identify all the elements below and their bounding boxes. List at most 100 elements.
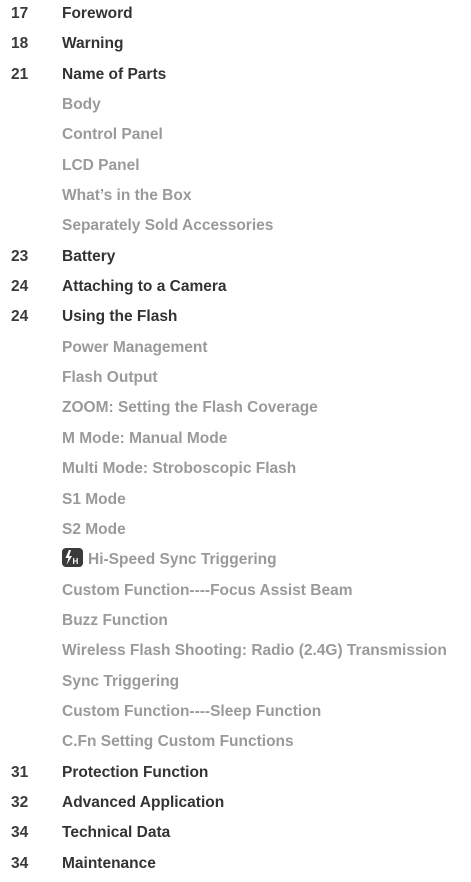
toc-entry-label: Multi Mode: Stroboscopic Flash [62,457,296,481]
toc-page-number: 21 [11,65,29,83]
toc-entry-text: What’s in the Box [62,187,192,205]
toc-subentry[interactable]: Wireless Flash Shooting: Radio (2.4G) Tr… [0,639,471,669]
toc-subentry[interactable]: LCD Panel [0,154,471,184]
toc-entry-text: Custom Function----Focus Assist Beam [62,581,353,599]
toc-entry-text: M Mode: Manual Mode [62,429,228,447]
toc-entry-label: Maintenance [62,852,156,876]
toc-entry-label: Attaching to a Camera [62,275,227,299]
toc-subentry[interactable]: Custom Function----Sleep Function [0,700,471,730]
toc-entry-label: Sync Triggering [62,670,179,694]
toc-entry-text: C.Fn Setting Custom Functions [62,733,294,751]
toc-entry-text: Buzz Function [62,611,168,629]
toc-entry-text: Hi-Speed Sync Triggering [88,551,277,569]
toc-entry-label: Flash Output [62,366,158,390]
toc-entry-text: Body [62,96,101,114]
table-of-contents: 17 Foreword 18 Warning 21 Name of Parts Body Co… [0,0,471,872]
toc-subentry[interactable]: C.Fn Setting Custom Functions [0,730,471,760]
toc-entry-label: Technical Data [62,821,170,845]
svg-text:H: H [73,557,79,566]
toc-entry-label: LCD Panel [62,154,140,178]
toc-entry-label: Warning [62,32,123,56]
toc-entry[interactable]: 18 Warning [0,32,471,62]
toc-entry[interactable]: 21 Name of Parts [0,63,471,93]
toc-page-number: 23 [11,247,29,265]
toc-entry-label: Foreword [62,2,133,26]
toc-page-number: 32 [11,793,29,811]
toc-subentry[interactable]: Sync Triggering [0,670,471,700]
toc-subentry[interactable]: ZOOM: Setting the Flash Coverage [0,396,471,426]
toc-entry[interactable]: 31 Protection Function [0,761,471,791]
toc-page-number: 17 [11,5,29,22]
high-speed-sync-icon: H [62,548,83,568]
toc-entry-label: Control Panel [62,123,163,147]
toc-entry-text: Custom Function----Sleep Function [62,702,322,720]
toc-subentry[interactable]: Body [0,93,471,123]
toc-entry[interactable]: 24 Attaching to a Camera [0,275,471,305]
toc-entry-label: Battery [62,245,115,269]
toc-entry-text: Using the Flash [62,308,178,326]
toc-page-number: 34 [11,854,29,872]
toc-entry-text: ZOOM: Setting the Flash Coverage [62,399,318,417]
toc-entry-label: Power Management [62,336,208,360]
toc-entry-text: Maintenance [62,854,156,872]
toc-subentry[interactable]: Control Panel [0,123,471,153]
toc-entry-label: What’s in the Box [62,184,191,208]
toc-entry[interactable]: 34 Technical Data [0,821,471,851]
toc-entry-text: S1 Mode [62,490,126,508]
toc-entry-text: Technical Data [62,824,171,842]
toc-entry-text: Separately Sold Accessories [62,217,274,235]
toc-entry-text: Foreword [62,5,133,22]
toc-entry-label: S1 Mode [62,488,126,512]
toc-subentry[interactable]: Multi Mode: Stroboscopic Flash [0,457,471,487]
toc-entry-label: S2 Mode [62,518,126,542]
toc-entry-text: Attaching to a Camera [62,278,227,296]
toc-subentry[interactable]: What’s in the Box [0,184,471,214]
toc-page-number: 18 [11,35,29,53]
toc-entry-label: Protection Function [62,761,208,785]
toc-entry-label: Separately Sold Accessories [62,214,273,238]
toc-entry-label: Wireless Flash Shooting: Radio (2.4G) Tr… [62,639,447,663]
toc-entry[interactable]: 17 Foreword [0,2,471,32]
toc-page-number: 24 [11,278,29,296]
toc-entry-text: Sync Triggering [62,672,180,690]
toc-entry-label: Buzz Function [62,609,168,633]
toc-entry-text: Protection Function [62,763,209,781]
toc-subentry[interactable]: Custom Function----Focus Assist Beam [0,579,471,609]
toc-entry-text: Warning [62,35,124,53]
toc-entry-text: LCD Panel [62,156,140,174]
toc-entry[interactable]: 24 Using the Flash [0,305,471,335]
toc-subentry[interactable]: S1 Mode [0,488,471,518]
toc-page-number: 31 [11,763,29,781]
toc-entry-text: Power Management [62,338,208,356]
toc-subentry[interactable]: S2 Mode [0,518,471,548]
toc-entry-text: S2 Mode [62,520,126,538]
toc-entry-label: Name of Parts [62,63,166,87]
toc-entry[interactable]: 34 Maintenance [0,852,471,882]
toc-entry-text: Battery [62,247,116,265]
toc-subentry[interactable]: M Mode: Manual Mode [0,427,471,457]
toc-entry-label: Advanced Application [62,791,224,815]
toc-entry-text: Name of Parts [62,65,167,83]
toc-entry[interactable]: 23 Battery [0,245,471,275]
toc-subentry[interactable]: Flash Output [0,366,471,396]
toc-entry-label: H Hi-Speed Sync Triggering [62,548,277,572]
toc-entry-text: Wireless Flash Shooting: Radio (2.4G) Tr… [62,642,447,660]
toc-entry-label: Body [62,93,101,117]
toc-entry[interactable]: 32 Advanced Application [0,791,471,821]
toc-entry-text: Control Panel [62,126,163,144]
toc-page-number: 24 [11,308,29,326]
toc-subentry[interactable]: Power Management [0,336,471,366]
toc-entry-label: M Mode: Manual Mode [62,427,227,451]
toc-entry-text: Flash Output [62,369,158,387]
toc-subentry[interactable]: Buzz Function [0,609,471,639]
toc-subentry[interactable]: Separately Sold Accessories [0,214,471,244]
toc-entry-label: Custom Function----Focus Assist Beam [62,579,353,603]
toc-entry-label: Custom Function----Sleep Function [62,700,321,724]
toc-entry-label: Using the Flash [62,305,177,329]
toc-entry-label: C.Fn Setting Custom Functions [62,730,294,754]
toc-page-number: 34 [11,824,29,842]
toc-entry-text: Advanced Application [62,793,225,811]
toc-entry-label: ZOOM: Setting the Flash Coverage [62,396,318,420]
toc-entry-text: Multi Mode: Stroboscopic Flash [62,460,297,478]
toc-subentry[interactable]: H Hi-Speed Sync Triggering [0,548,471,578]
